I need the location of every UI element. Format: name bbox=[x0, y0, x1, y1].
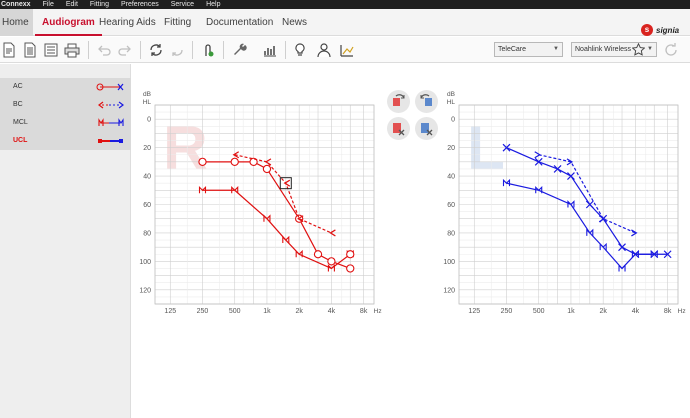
y-tick-label: 80 bbox=[447, 230, 455, 237]
brand-logo: s signia bbox=[641, 24, 679, 36]
wrench-icon[interactable] bbox=[232, 42, 248, 58]
x-tick-label: 4k bbox=[632, 308, 640, 315]
ac-symbol-icon bbox=[96, 83, 124, 91]
document-icon[interactable] bbox=[22, 42, 38, 58]
app-title: Connexx bbox=[1, 1, 31, 8]
refresh-icon[interactable] bbox=[663, 42, 679, 58]
x-tick-label: 2k bbox=[599, 308, 607, 315]
legend-ac[interactable]: AC bbox=[0, 78, 131, 96]
settings-bars-icon[interactable] bbox=[262, 42, 278, 58]
y-tick-label: 20 bbox=[447, 145, 455, 152]
person-icon[interactable] bbox=[316, 42, 332, 58]
toolbar: TeleCare ▼ Noahlink Wireless ▼ bbox=[0, 37, 690, 63]
y-tick-label: 120 bbox=[443, 287, 455, 294]
brand-name: signia bbox=[656, 25, 680, 35]
y-axis-label: HL bbox=[447, 99, 456, 106]
menu-file[interactable]: File bbox=[37, 0, 60, 9]
legend-panel: AC BC MCL UCL bbox=[0, 78, 131, 150]
x-tick-label: 125 bbox=[468, 308, 480, 315]
undo-icon[interactable] bbox=[96, 42, 112, 58]
legend-bc[interactable]: BC bbox=[0, 96, 131, 114]
rotate-icon[interactable] bbox=[148, 42, 164, 58]
tab-bar: Home Audiogram Hearing Aids Fitting Docu… bbox=[0, 9, 690, 36]
tab-hearing-aids[interactable]: Hearing Aids bbox=[92, 9, 163, 36]
signia-logo-icon: s bbox=[641, 24, 653, 36]
menu-fitting[interactable]: Fitting bbox=[84, 0, 115, 9]
tab-news[interactable]: News bbox=[275, 9, 314, 36]
notes-icon[interactable] bbox=[43, 42, 59, 58]
print-icon[interactable] bbox=[64, 42, 80, 58]
wireless-value: Noahlink Wireless bbox=[575, 46, 632, 53]
legend-ucl[interactable]: UCL bbox=[0, 132, 131, 150]
menu-edit[interactable]: Edit bbox=[60, 0, 84, 9]
star-icon[interactable] bbox=[632, 43, 645, 56]
x-axis-label: Hz bbox=[678, 308, 686, 315]
menu-preferences[interactable]: Preferences bbox=[115, 0, 165, 9]
audiogram-area: R 0 20 40 60 80 100 120 dB HL 125 250 500 1k 2k 4k 8k Hz … bbox=[132, 64, 690, 418]
legend-mcl[interactable]: MCL bbox=[0, 114, 131, 132]
tab-home[interactable]: Home bbox=[0, 9, 33, 36]
y-tick-label: 60 bbox=[447, 202, 455, 209]
toolbar-separator bbox=[223, 41, 224, 59]
menu-help[interactable]: Help bbox=[200, 0, 226, 9]
new-document-icon[interactable] bbox=[1, 42, 17, 58]
bc-line bbox=[538, 154, 636, 234]
bulb-icon[interactable] bbox=[292, 42, 308, 58]
legend-label: MCL bbox=[13, 119, 28, 126]
y-axis-label: dB bbox=[447, 91, 455, 98]
rotate-back-icon[interactable] bbox=[169, 42, 185, 58]
tab-fitting[interactable]: Fitting bbox=[157, 9, 198, 36]
x-tick-label: 250 bbox=[501, 308, 513, 315]
menu-service[interactable]: Service bbox=[165, 0, 200, 9]
mcl-symbol-icon bbox=[98, 118, 124, 126]
legend-label: AC bbox=[13, 83, 23, 90]
y-tick-label: 100 bbox=[443, 259, 455, 266]
toolbar-separator bbox=[140, 41, 141, 59]
legend-label: UCL bbox=[13, 137, 28, 144]
tab-documentation[interactable]: Documentation bbox=[199, 9, 280, 36]
toolbar-separator bbox=[285, 41, 286, 59]
toolbar-separator bbox=[192, 41, 193, 59]
legend-label: BC bbox=[13, 101, 23, 108]
x-tick-label: 1k bbox=[567, 308, 575, 315]
chevron-down-icon: ▼ bbox=[647, 46, 653, 52]
ear-letter: L bbox=[467, 114, 505, 183]
toolbar-separator bbox=[88, 41, 89, 59]
telecare-value: TeleCare bbox=[498, 46, 527, 53]
y-tick-label: 0 bbox=[451, 117, 455, 124]
menu-bar: Connexx File Edit Fitting Preferences Se… bbox=[0, 0, 690, 9]
chevron-down-icon: ▼ bbox=[553, 46, 559, 52]
audiogram-left-ear[interactable]: L 0 20 40 60 80 100 120 dBHL 125 250 500 1k 2k 4k 8k Hz bbox=[132, 64, 690, 324]
x-tick-label: 8k bbox=[664, 308, 672, 315]
x-tick-label: 500 bbox=[533, 308, 545, 315]
bc-symbol-icon bbox=[98, 101, 124, 109]
phone-tap-icon[interactable] bbox=[200, 42, 216, 58]
measurement-icon[interactable] bbox=[339, 42, 355, 58]
redo-icon[interactable] bbox=[117, 42, 133, 58]
y-tick-label: 40 bbox=[447, 174, 455, 181]
telecare-dropdown[interactable]: TeleCare ▼ bbox=[494, 42, 563, 57]
sidebar: AC BC MCL UCL bbox=[0, 64, 131, 418]
ucl-symbol-icon bbox=[98, 139, 123, 143]
